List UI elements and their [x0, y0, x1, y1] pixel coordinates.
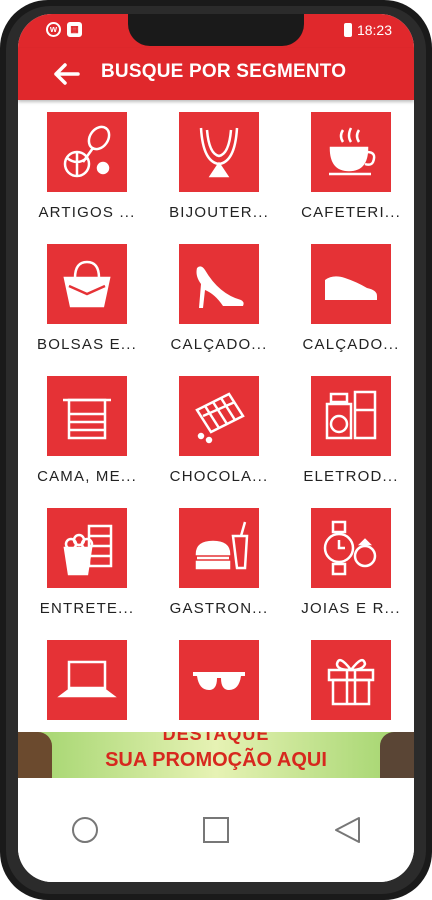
recent-apps-icon[interactable]: [194, 808, 238, 852]
segment-label: ENTRETE...: [39, 600, 135, 617]
shoe-icon: [311, 244, 391, 324]
burger-icon: [179, 508, 259, 588]
status-time: 18:23: [356, 22, 392, 38]
high-heel-icon: [179, 244, 259, 324]
gallery-icon: ▦: [67, 22, 82, 37]
segment-tile[interactable]: CALÇADO...: [150, 244, 282, 374]
segment-tile[interactable]: ENTRETE...: [18, 508, 150, 638]
banner-text: SUA PROMOÇÃO AQUI: [105, 749, 327, 771]
segment-label: CAMA, ME...: [37, 468, 137, 485]
home-circle-icon[interactable]: [63, 808, 107, 852]
app-bar: BUSQUE POR SEGMENTO: [18, 48, 414, 100]
status-bar: w ▦ 18:23: [18, 14, 414, 48]
segment-label: ELETROD...: [303, 468, 399, 485]
appliances-icon: [311, 376, 391, 456]
android-nav-bar: [18, 778, 414, 882]
chocolate-icon: [179, 376, 259, 456]
sunglasses-icon: [179, 640, 259, 720]
segment-tile[interactable]: BOLSAS E...: [18, 244, 150, 374]
handbag-icon: [47, 244, 127, 324]
segment-label: CHOCOLA...: [169, 468, 269, 485]
towel-icon: [47, 376, 127, 456]
segment-tile[interactable]: BIJOUTER...: [150, 112, 282, 242]
phone-frame: w ▦ 18:23 BUSQUE POR SEGMENTO ARTIGOS ..…: [0, 0, 432, 900]
banner-person-right: [380, 732, 414, 778]
page-title: BUSQUE POR SEGMENTO: [101, 61, 347, 82]
segment-tile[interactable]: CHOCOLA...: [150, 376, 282, 506]
segment-label: CALÇADO...: [170, 336, 268, 353]
camera-notch: [128, 14, 304, 46]
segment-tile[interactable]: CALÇADO...: [282, 244, 414, 374]
segment-tile[interactable]: GASTRON...: [150, 508, 282, 638]
popcorn-icon: [47, 508, 127, 588]
segment-label: CALÇADO...: [302, 336, 400, 353]
segment-label: ARTIGOS ...: [38, 204, 136, 221]
sports-icon: [47, 112, 127, 192]
watch-ring-icon: [311, 508, 391, 588]
laptop-icon: [47, 640, 127, 720]
segment-tile[interactable]: ELETROD...: [282, 376, 414, 506]
necklace-icon: [179, 112, 259, 192]
coffee-cup-icon: [311, 112, 391, 192]
segment-tile[interactable]: JOIAS E R...: [282, 508, 414, 638]
segment-tile[interactable]: CAFETERI...: [282, 112, 414, 242]
gift-icon: [311, 640, 391, 720]
segment-label: BOLSAS E...: [37, 336, 137, 353]
segment-label: CAFETERI...: [301, 204, 401, 221]
whatsapp-icon: w: [46, 22, 61, 37]
back-triangle-icon[interactable]: [325, 808, 369, 852]
segment-tile[interactable]: CAMA, ME...: [18, 376, 150, 506]
promo-banner[interactable]: DESTAQUE SUA PROMOÇÃO AQUI: [18, 732, 414, 778]
banner-headline: DESTAQUE: [162, 732, 270, 744]
segment-label: GASTRON...: [169, 600, 269, 617]
segment-label: BIJOUTER...: [169, 204, 269, 221]
screen: w ▦ 18:23 BUSQUE POR SEGMENTO ARTIGOS ..…: [18, 14, 414, 882]
segment-tile[interactable]: ARTIGOS ...: [18, 112, 150, 242]
segment-label: JOIAS E R...: [301, 600, 401, 617]
arrow-left-icon[interactable]: [52, 60, 82, 88]
battery-icon: [343, 23, 352, 37]
